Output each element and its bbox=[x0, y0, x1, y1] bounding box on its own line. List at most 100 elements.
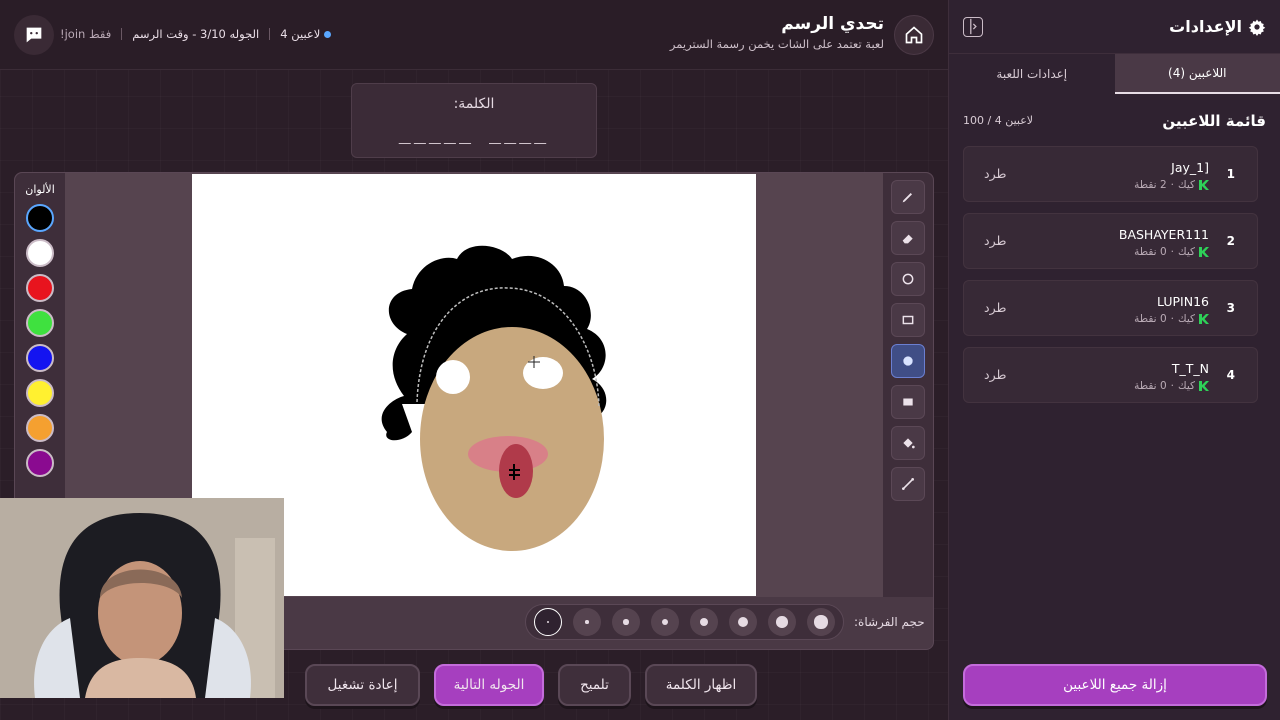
player-rank: 1 bbox=[1226, 167, 1235, 181]
player-list-title: قائمة اللاعبين bbox=[1162, 112, 1266, 130]
player-rank: 4 bbox=[1226, 368, 1235, 382]
round-info: الجوله 3/10 - وقت الرسم bbox=[132, 27, 260, 41]
remove-all-players-button[interactable]: إزالة جميع اللاعبين bbox=[963, 664, 1267, 706]
color-swatch[interactable] bbox=[26, 309, 54, 337]
player-count: 100 / 4 لاعبين bbox=[963, 114, 1034, 127]
color-swatches bbox=[15, 204, 65, 477]
kick-platform-icon bbox=[1199, 381, 1209, 391]
player-name: Jay_1] bbox=[1171, 160, 1209, 175]
brush-size-option[interactable] bbox=[534, 608, 562, 636]
line-icon bbox=[902, 478, 914, 490]
brush-size-option[interactable] bbox=[612, 608, 640, 636]
color-swatch[interactable] bbox=[26, 239, 54, 267]
kick-platform-icon bbox=[1199, 180, 1209, 190]
status-dot-icon bbox=[324, 31, 332, 38]
restart-button[interactable]: إعادة تشغيل bbox=[305, 664, 420, 706]
player-meta: كيك · 2 نقطة bbox=[1134, 179, 1209, 191]
players-status-text: 4 لاعبين bbox=[280, 27, 321, 41]
filled-circle-tool[interactable] bbox=[891, 344, 925, 378]
player-points: 2 نقطة bbox=[1134, 179, 1167, 191]
line-tool[interactable] bbox=[891, 467, 925, 501]
kick-player-button[interactable]: طرد bbox=[984, 300, 1006, 315]
brush-size-dot-icon bbox=[623, 619, 629, 625]
player-meta: كيك · 0 نقطة bbox=[1134, 246, 1209, 258]
hint-button[interactable]: تلميح bbox=[558, 664, 631, 706]
brush-size-option[interactable] bbox=[573, 608, 601, 636]
kick-platform-icon bbox=[1199, 247, 1209, 257]
sidebar-title: الإعدادات bbox=[1169, 17, 1266, 36]
divider bbox=[269, 28, 271, 40]
color-swatch[interactable] bbox=[26, 449, 54, 477]
player-points: 0 نقطة bbox=[1134, 380, 1167, 392]
player-rank: 2 bbox=[1226, 234, 1235, 248]
brush-size-row: حجم الفرشاة: bbox=[525, 603, 925, 641]
home-button[interactable] bbox=[894, 15, 934, 55]
player-meta: كيك · 0 نقطة bbox=[1134, 313, 1209, 325]
eraser-icon bbox=[902, 234, 913, 244]
word-label: الكلمة: bbox=[453, 96, 495, 112]
color-swatch[interactable] bbox=[26, 379, 54, 407]
players-status: 4 لاعبين bbox=[280, 27, 332, 41]
meta-separator: · bbox=[1170, 246, 1174, 258]
home-icon bbox=[905, 26, 923, 44]
brush-size-option[interactable] bbox=[651, 608, 679, 636]
color-swatch[interactable] bbox=[26, 414, 54, 442]
player-platform: كيك bbox=[1177, 179, 1195, 191]
meta-separator: · bbox=[1170, 380, 1174, 392]
chat-button[interactable] bbox=[14, 15, 54, 55]
player-platform: كيك bbox=[1177, 313, 1195, 325]
color-swatch[interactable] bbox=[26, 274, 54, 302]
settings-sidebar: الإعدادات اللاعبين (4) إعدادات اللعبة قا… bbox=[948, 0, 1280, 720]
color-swatch[interactable] bbox=[26, 204, 54, 232]
brush-size-dot-icon bbox=[814, 615, 828, 629]
brush-size-dot-icon bbox=[661, 618, 669, 626]
brush-size-option[interactable] bbox=[768, 608, 796, 636]
tab-game-settings[interactable]: إعدادات اللعبة bbox=[949, 54, 1115, 94]
kick-platform-icon bbox=[1199, 314, 1209, 324]
sidebar-tabs: اللاعبين (4) إعدادات اللعبة bbox=[949, 54, 1280, 94]
kick-player-button[interactable]: طرد bbox=[984, 166, 1006, 181]
game-area: تحدي الرسم لعبة تعتمد على الشات يخمن رسم… bbox=[0, 0, 948, 720]
brush-size-dot-icon bbox=[699, 617, 709, 627]
filled-rectangle-tool[interactable] bbox=[891, 385, 925, 419]
filled-circle-icon bbox=[903, 356, 913, 366]
player-list: 1 Jay_1] كيك · 2 نقطة طرد 2 BASHAYER111 كيك · 0 نق… bbox=[949, 146, 1280, 403]
brush-size-label: حجم الفرشاة: bbox=[854, 615, 925, 629]
player-row: 4 T_T_N كيك · 0 نقطة طرد bbox=[963, 347, 1258, 403]
next-round-button[interactable]: الجوله التالية bbox=[434, 664, 544, 706]
drawing-left-eye bbox=[436, 360, 470, 394]
collapse-sidebar-button[interactable] bbox=[963, 17, 983, 37]
kick-player-button[interactable]: طرد bbox=[984, 233, 1006, 248]
brush-size-dot-icon bbox=[585, 620, 589, 624]
player-name: LUPIN16 bbox=[1157, 294, 1209, 309]
brush-size-option[interactable] bbox=[729, 608, 757, 636]
rectangle-outline-icon bbox=[902, 315, 914, 325]
fill-bucket-tool[interactable] bbox=[891, 426, 925, 460]
page-subtitle: لعبة تعتمد على الشات يخمن رسمة الستريمر bbox=[669, 37, 884, 51]
player-name: BASHAYER111 bbox=[1118, 227, 1209, 242]
rectangle-tool[interactable] bbox=[891, 303, 925, 337]
tab-players[interactable]: اللاعبين (4) bbox=[1114, 54, 1280, 94]
player-name: T_T_N bbox=[1171, 361, 1209, 376]
top-bar: تحدي الرسم لعبة تعتمد على الشات يخمن رسم… bbox=[0, 0, 948, 70]
color-swatch[interactable] bbox=[26, 344, 54, 372]
title-block: تحدي الرسم لعبة تعتمد على الشات يخمن رسم… bbox=[670, 14, 884, 51]
kick-player-button[interactable]: طرد bbox=[984, 367, 1006, 382]
player-row: 1 Jay_1] كيك · 2 نقطة طرد bbox=[963, 146, 1258, 202]
show-word-button[interactable]: اظهار الكلمة bbox=[645, 664, 757, 706]
player-platform: كيك bbox=[1177, 246, 1195, 258]
eraser-tool[interactable] bbox=[891, 221, 925, 255]
circle-tool[interactable] bbox=[891, 262, 925, 296]
brush-size-dot-icon bbox=[776, 616, 788, 628]
brush-size-dot-icon bbox=[738, 617, 748, 627]
sidebar-header: الإعدادات bbox=[949, 0, 1280, 54]
meta-separator: · bbox=[1170, 313, 1174, 325]
filled-rectangle-icon bbox=[903, 398, 913, 406]
brush-tool[interactable] bbox=[891, 180, 925, 214]
brush-size-option[interactable] bbox=[807, 608, 835, 636]
brush-size-option[interactable] bbox=[690, 608, 718, 636]
word-box: الكلمة: _____ ____ bbox=[351, 83, 597, 158]
brush-size-options bbox=[525, 604, 844, 640]
player-rank: 3 bbox=[1226, 301, 1235, 315]
gear-icon bbox=[1248, 19, 1266, 36]
